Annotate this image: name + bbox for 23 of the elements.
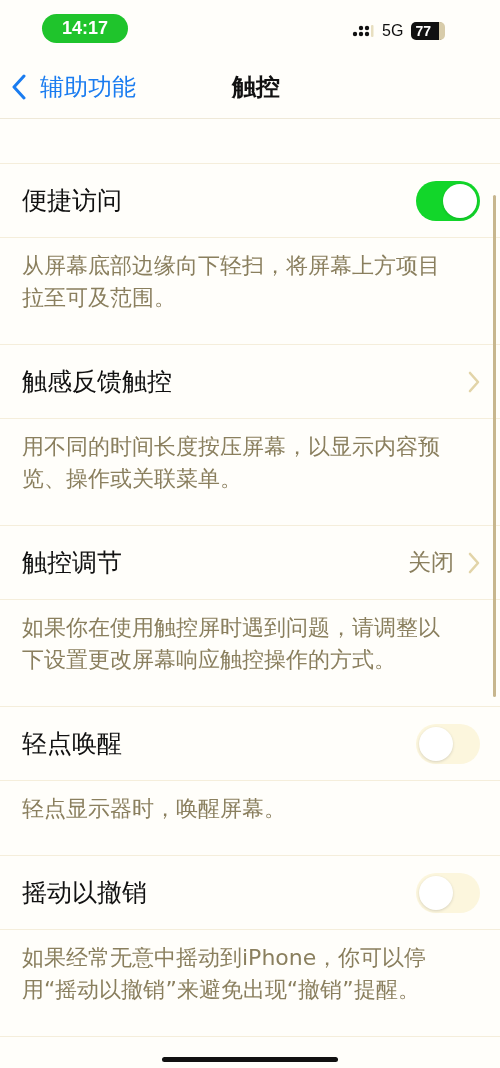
section-footer: 轻点显示器时，唤醒屏幕。 (0, 781, 500, 856)
status-time: 14:17 (42, 14, 129, 43)
toggle-switch[interactable] (416, 723, 480, 764)
settings-row[interactable]: 轻点唤醒 (0, 707, 500, 781)
row-label: 便捷访问 (22, 185, 122, 217)
settings-row[interactable]: 便捷访问 (0, 164, 500, 238)
battery-indicator: 77 (411, 21, 445, 40)
back-button[interactable]: 辅助功能 (12, 70, 136, 103)
row-label: 触控调节 (22, 547, 122, 579)
section-footer: 如果经常无意中摇动到iPhone，你可以停用“摇动以撤销”来避免出现“撤销”提醒。 (0, 930, 500, 1037)
toggle-switch[interactable] (416, 872, 480, 913)
settings-row[interactable]: 摇动以撤销 (0, 856, 500, 930)
network-label: 5G (382, 21, 404, 40)
row-label: 轻点唤醒 (22, 728, 122, 760)
row-label: 触感反馈触控 (22, 366, 172, 398)
chevron-icon (468, 551, 480, 574)
row-value: 关闭 (408, 548, 454, 577)
page-title: 触控 (232, 71, 280, 103)
row-label: 摇动以撤销 (22, 877, 147, 909)
toggle-switch[interactable] (416, 180, 480, 221)
chevron-icon (468, 370, 480, 393)
signal-icon (352, 23, 375, 38)
chevron-icon (12, 73, 26, 100)
